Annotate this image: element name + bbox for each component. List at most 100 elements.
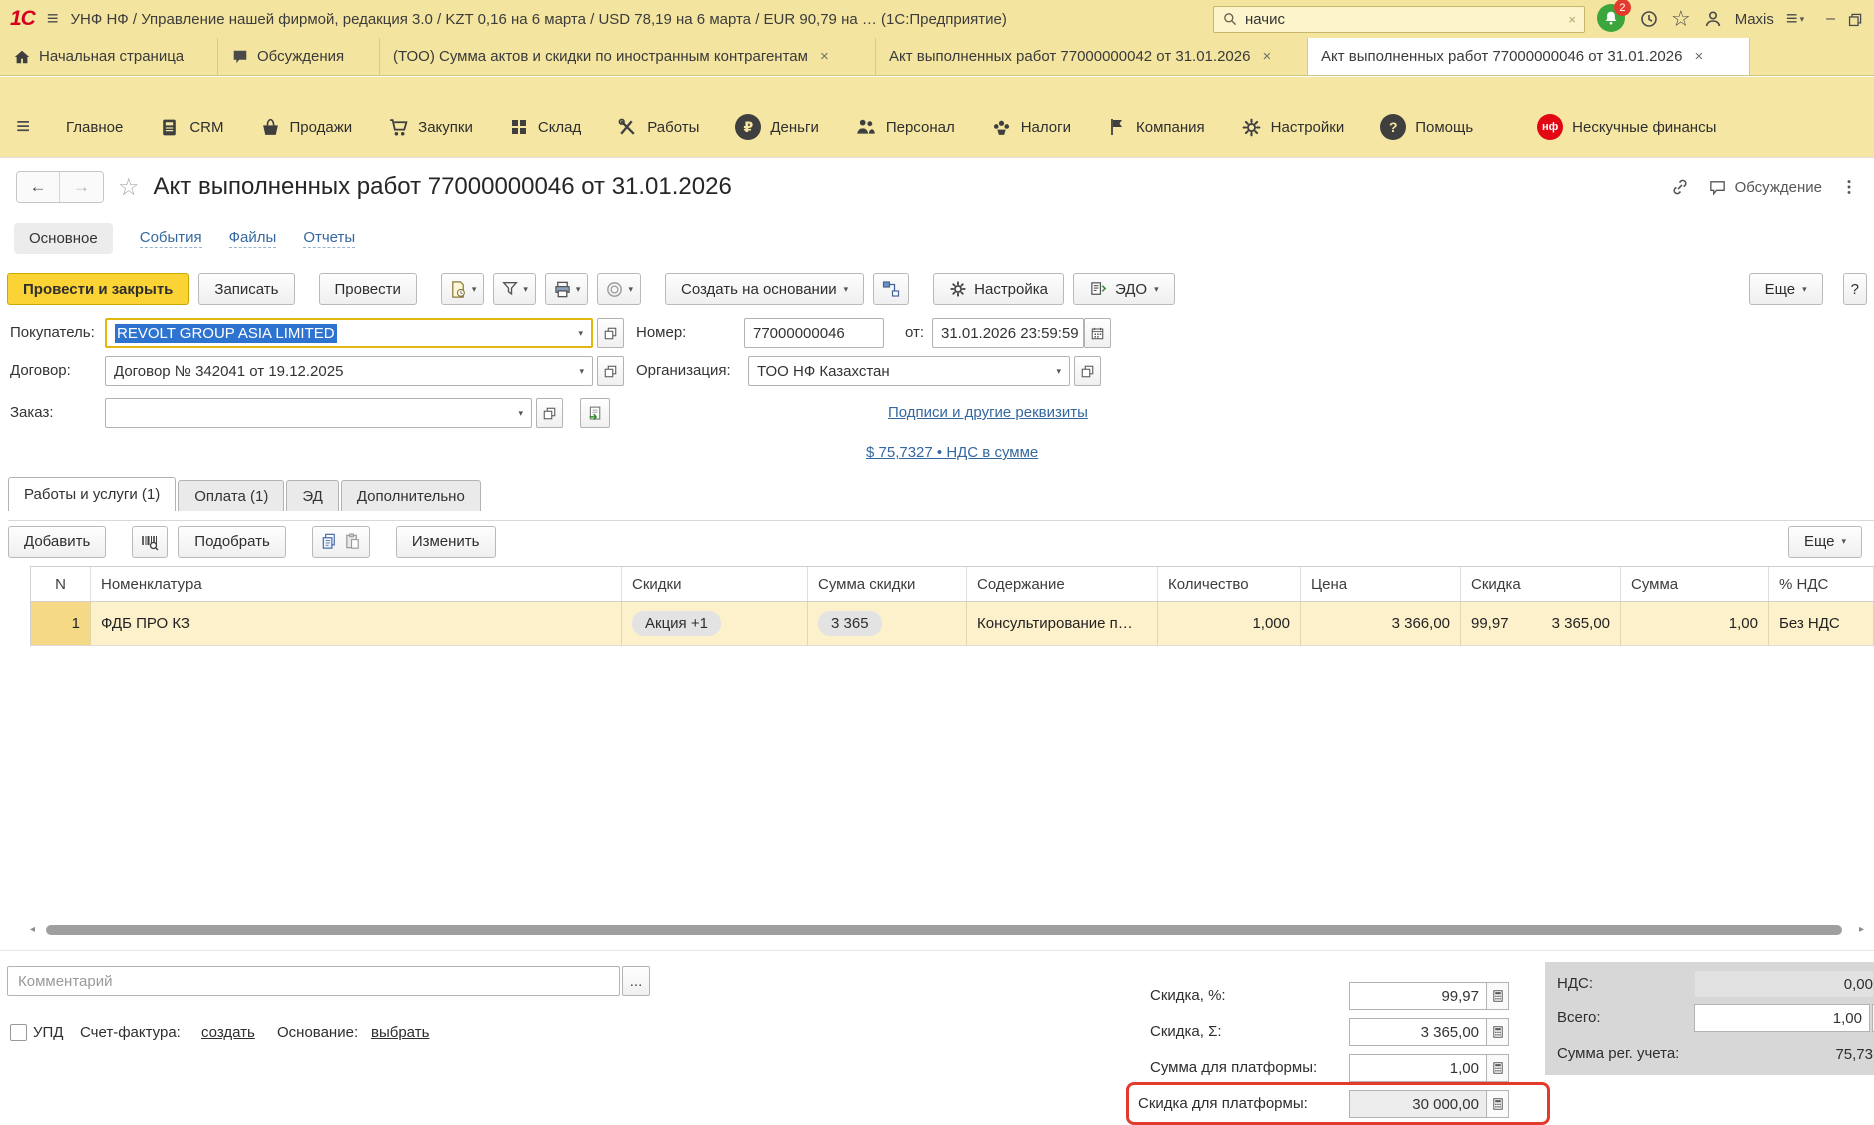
- tab-report-discounts[interactable]: (ТОО) Сумма актов и скидки по иностранны…: [380, 38, 876, 75]
- ribbon-item-settings[interactable]: Настройки: [1241, 117, 1345, 138]
- tab-ed[interactable]: ЭД: [286, 480, 338, 511]
- discussion-button[interactable]: Обсуждение: [1708, 178, 1822, 197]
- ribbon-item-staff[interactable]: Персонал: [855, 116, 955, 138]
- nav-main[interactable]: Основное: [14, 223, 113, 254]
- col-discount-sum[interactable]: Сумма скидки: [808, 567, 967, 601]
- barcode-button[interactable]: [132, 526, 168, 558]
- chevron-down-icon[interactable]: ▾: [578, 328, 583, 339]
- back-button[interactable]: ←: [17, 172, 60, 202]
- ribbon-item-crm[interactable]: CRM: [159, 117, 223, 138]
- discount-pct-field[interactable]: 99,97: [1349, 982, 1487, 1010]
- ribbon-item-company[interactable]: Компания: [1107, 117, 1205, 137]
- buyer-open-button[interactable]: [597, 318, 624, 348]
- platform-discount-calc-button[interactable]: [1487, 1090, 1509, 1118]
- global-search-input[interactable]: начис ×: [1213, 6, 1585, 33]
- clear-search-icon[interactable]: ×: [1568, 12, 1576, 27]
- edo-button[interactable]: ЭДО▾: [1073, 273, 1175, 305]
- scrollbar-thumb[interactable]: [46, 925, 1842, 935]
- cell-discounts[interactable]: Акция +1: [622, 602, 808, 646]
- tab-payment[interactable]: Оплата (1): [178, 480, 284, 511]
- invoice-create-link[interactable]: создать: [201, 1022, 255, 1044]
- comment-input[interactable]: [7, 966, 620, 996]
- discount-sum-calc-button[interactable]: [1487, 1018, 1509, 1046]
- cell-vat[interactable]: Без НДС: [1769, 602, 1874, 646]
- currency-vat-link[interactable]: $ 75,7327 • НДС в сумме: [866, 444, 1038, 461]
- nav-reports[interactable]: Отчеты: [303, 229, 355, 248]
- number-field[interactable]: 77000000046: [744, 318, 884, 348]
- cell-price[interactable]: 3 366,00: [1301, 602, 1461, 646]
- filter-button[interactable]: ▾: [493, 273, 536, 305]
- tab-discussions[interactable]: Обсуждения: [218, 38, 380, 75]
- ribbon-menu-icon[interactable]: ≡: [16, 115, 30, 139]
- platform-sum-calc-button[interactable]: [1487, 1054, 1509, 1082]
- pick-items-button[interactable]: Подобрать: [178, 526, 286, 558]
- col-content[interactable]: Содержание: [967, 567, 1158, 601]
- fill-from-order-button[interactable]: [580, 398, 610, 428]
- discount-sum-badge[interactable]: 3 365: [818, 611, 882, 636]
- favorites-star-icon[interactable]: ☆: [1671, 8, 1691, 30]
- forward-button[interactable]: →: [60, 172, 103, 202]
- seal-button[interactable]: ▾: [597, 273, 641, 305]
- col-discounts[interactable]: Скидки: [622, 567, 808, 601]
- col-discount[interactable]: Скидка: [1461, 567, 1621, 601]
- chevron-down-icon[interactable]: ▾: [1056, 366, 1061, 377]
- tab-additional[interactable]: Дополнительно: [341, 480, 481, 511]
- discount-badge[interactable]: Акция +1: [632, 611, 721, 636]
- nav-files[interactable]: Файлы: [229, 229, 277, 248]
- buyer-field[interactable]: REVOLT GROUP ASIA LIMITED ▾: [105, 318, 593, 348]
- cell-discount[interactable]: 99,97 3 365,00: [1461, 602, 1621, 646]
- user-icon[interactable]: [1703, 9, 1723, 29]
- chevron-down-icon[interactable]: ▾: [579, 366, 584, 377]
- ribbon-item-taxes[interactable]: Налоги: [991, 117, 1071, 138]
- horizontal-scrollbar[interactable]: ◂ ▸: [30, 924, 1870, 936]
- discount-sum-field[interactable]: 3 365,00: [1349, 1018, 1487, 1046]
- date-field[interactable]: 31.01.2026 23:59:59: [932, 318, 1084, 348]
- col-n[interactable]: N: [31, 567, 91, 601]
- restore-window-button[interactable]: [1847, 11, 1864, 28]
- col-price[interactable]: Цена: [1301, 567, 1461, 601]
- table-row[interactable]: 1 ФДБ ПРО КЗ Акция +1 3 365 Консультиров…: [30, 602, 1874, 646]
- related-documents-button[interactable]: [873, 273, 909, 305]
- order-open-button[interactable]: [536, 398, 563, 428]
- main-menu-icon[interactable]: ≡: [47, 9, 59, 29]
- cell-discount-sum[interactable]: 3 365: [808, 602, 967, 646]
- upd-checkbox[interactable]: [10, 1024, 27, 1041]
- ribbon-item-money[interactable]: ₽Деньги: [735, 114, 818, 140]
- chevron-down-icon[interactable]: ▾: [518, 408, 523, 419]
- nav-events[interactable]: События: [140, 229, 202, 248]
- ribbon-item-main[interactable]: Главное: [66, 119, 123, 136]
- col-vat[interactable]: % НДС: [1769, 567, 1874, 601]
- favorite-star-icon[interactable]: ☆: [118, 173, 140, 202]
- more-button[interactable]: Еще▾: [1749, 273, 1823, 305]
- order-field[interactable]: ▾: [105, 398, 532, 428]
- ribbon-item-sales[interactable]: Продажи: [260, 117, 353, 138]
- copy-link-icon[interactable]: [1670, 177, 1690, 197]
- service-menu-button[interactable]: ≡ ▾: [1786, 9, 1804, 29]
- organization-field[interactable]: ТОО НФ Казахстан ▾: [748, 356, 1070, 386]
- copy-rows-button[interactable]: [312, 526, 370, 558]
- close-icon[interactable]: ×: [1262, 48, 1271, 65]
- comment-more-button[interactable]: ...: [622, 966, 650, 996]
- basis-select-link[interactable]: выбрать: [371, 1022, 429, 1044]
- settings-button[interactable]: Настройка: [933, 273, 1064, 305]
- platform-sum-field[interactable]: 1,00: [1349, 1054, 1487, 1082]
- help-button[interactable]: ?: [1843, 273, 1867, 305]
- create-based-on-button[interactable]: Создать на основании▾: [665, 273, 864, 305]
- contract-field[interactable]: Договор № 342041 от 19.12.2025 ▾: [105, 356, 593, 386]
- save-button[interactable]: Записать: [198, 273, 294, 305]
- close-icon[interactable]: ×: [1694, 48, 1703, 65]
- tab-act-46[interactable]: Акт выполненных работ 77000000046 от 31.…: [1308, 38, 1750, 75]
- organization-open-button[interactable]: [1074, 356, 1101, 386]
- col-nomenclature[interactable]: Номенклатура: [91, 567, 622, 601]
- contract-open-button[interactable]: [597, 356, 624, 386]
- cell-quantity[interactable]: 1,000: [1158, 602, 1301, 646]
- notifications-button[interactable]: 2: [1597, 4, 1627, 34]
- tab-works-services[interactable]: Работы и услуги (1): [8, 477, 176, 511]
- platform-discount-field[interactable]: 30 000,00: [1349, 1090, 1487, 1118]
- signatures-link[interactable]: Подписи и другие реквизиты: [888, 404, 1088, 421]
- scroll-left-icon[interactable]: ◂: [30, 924, 35, 935]
- post-and-close-button[interactable]: Провести и закрыть: [7, 273, 189, 305]
- ribbon-item-help[interactable]: ?Помощь: [1380, 114, 1473, 140]
- ribbon-item-brand[interactable]: нфНескучные финансы: [1537, 114, 1716, 140]
- close-icon[interactable]: ×: [820, 48, 829, 65]
